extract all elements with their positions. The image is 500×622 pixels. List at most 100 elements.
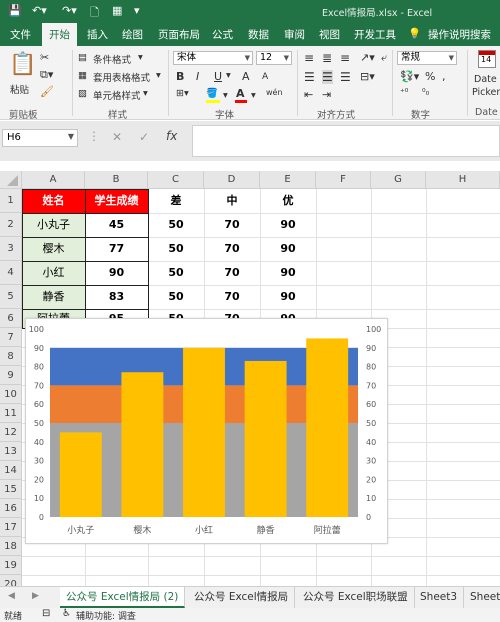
cell-styles-button[interactable]: 单元格样式 [93,88,141,102]
sheet-tab[interactable]: 公众号 Excel职场联盟 [297,587,415,608]
align-bottom-icon[interactable]: ≡ [340,51,350,65]
date-picker-label-1[interactable]: Date [474,74,497,85]
medium-cell[interactable]: 70 [204,261,260,285]
conditional-format-button[interactable]: 条件格式 [93,52,131,66]
row-header[interactable]: 15 [0,480,22,499]
name-box[interactable]: H6 ▼ [2,129,78,147]
column-header-g[interactable]: G [371,171,426,189]
customize-toolbar-icon[interactable]: ▾ [134,4,140,17]
column-header-c[interactable]: C [148,171,204,189]
row-header[interactable]: 5 [0,285,22,309]
fill-color-icon[interactable]: 🪣 [206,88,218,99]
row-header[interactable]: 16 [0,499,22,518]
accessibility-status[interactable]: 辅助功能: 调查 [76,609,136,622]
row-header[interactable]: 20 [0,575,22,586]
column-header-a[interactable]: A [22,171,85,189]
align-left-icon[interactable]: ☰ [304,70,315,84]
underline-button[interactable]: U [214,70,222,83]
chevron-down-icon[interactable]: ▾ [143,88,148,99]
macro-record-icon[interactable]: ⊟ [42,608,50,619]
format-icon[interactable]: ▦ [112,4,122,17]
increase-decimal-icon[interactable]: ⁺⁰ [400,88,408,98]
column-header-e[interactable]: E [260,171,316,189]
orientation-icon[interactable]: ↗▾ [360,51,375,64]
good-cell[interactable]: 90 [260,261,316,285]
font-name-select[interactable]: 宋体 ▼ [173,51,253,65]
tab-view[interactable]: 视图 [319,27,340,42]
tab-data[interactable]: 数据 [248,27,269,42]
column-header-b[interactable]: B [85,171,148,189]
row-header[interactable]: 11 [0,404,22,423]
calendar-icon[interactable]: 14 [478,50,496,68]
italic-button[interactable]: I [196,70,199,83]
bold-button[interactable]: B [176,70,184,83]
header-cell-medium[interactable]: 中 [204,189,260,213]
row-header[interactable]: 13 [0,442,22,461]
tab-insert[interactable]: 插入 [87,27,108,42]
copy-icon[interactable]: ⧉▾ [40,68,53,82]
header-cell-poor[interactable]: 差 [148,189,204,213]
tab-developer[interactable]: 开发工具 [354,27,396,42]
column-header-h[interactable]: H [426,171,500,189]
save-icon[interactable]: 💾 [8,4,22,17]
font-size-select[interactable]: 12 ▼ [256,51,292,65]
paste-button[interactable]: 粘贴 [10,82,29,96]
good-cell[interactable]: 90 [260,213,316,237]
sheet-tab[interactable]: Sheet [464,587,500,608]
row-header[interactable]: 2 [0,213,22,237]
row-header[interactable]: 1 [0,189,22,213]
tab-formulas[interactable]: 公式 [212,27,233,42]
medium-cell[interactable]: 70 [204,237,260,261]
row-header[interactable]: 17 [0,518,22,537]
borders-icon[interactable]: ⊞▾ [176,88,189,99]
tab-review[interactable]: 审阅 [284,27,305,42]
align-middle-icon[interactable]: ≣ [322,51,332,65]
tab-page-layout[interactable]: 页面布局 [158,27,200,42]
chevron-down-icon[interactable]: ▾ [226,70,231,81]
row-header[interactable]: 9 [0,366,22,385]
poor-cell[interactable]: 50 [148,261,204,285]
medium-cell[interactable]: 70 [204,213,260,237]
wrap-text-icon[interactable]: ⤶ [381,51,387,65]
row-header[interactable]: 3 [0,237,22,261]
decrease-decimal-icon[interactable]: ⁰₀ [422,88,429,98]
align-right-icon[interactable]: ☰ [340,70,351,84]
tell-me-search[interactable]: 操作说明搜索 [428,27,491,42]
column-header-d[interactable]: D [204,171,260,189]
medium-cell[interactable]: 70 [204,285,260,309]
cut-icon[interactable]: ✂ [40,51,49,64]
good-cell[interactable]: 90 [260,237,316,261]
chevron-down-icon[interactable]: ▾ [251,90,256,101]
redo-icon[interactable]: ↷▾ [62,4,77,17]
sheet-tab[interactable]: Sheet3 [414,587,465,608]
align-top-icon[interactable]: ≡ [304,51,314,65]
row-header[interactable]: 18 [0,537,22,556]
chevron-down-icon[interactable]: ▾ [156,70,161,81]
row-header[interactable]: 19 [0,556,22,575]
merge-center-icon[interactable]: ⊟▾ [360,70,375,83]
row-header[interactable]: 8 [0,347,22,366]
tab-file[interactable]: 文件 [10,27,31,42]
poor-cell[interactable]: 50 [148,237,204,261]
good-cell[interactable]: 90 [260,285,316,309]
tab-home[interactable]: 开始 [42,23,77,46]
scroll-left-icon[interactable]: ◀ [8,591,15,601]
increase-font-size-button[interactable]: A [242,70,250,83]
accounting-format-icon[interactable]: 💱▾ [400,70,419,83]
poor-cell[interactable]: 50 [148,285,204,309]
confirm-icon[interactable]: ✓ [139,130,149,144]
row-header[interactable]: 4 [0,261,22,285]
decrease-indent-icon[interactable]: ⇤ [304,88,313,101]
number-format-select[interactable]: 常规 ▼ [397,51,457,65]
comma-style-icon[interactable]: , [442,70,446,83]
align-center-icon[interactable]: ☰ [322,70,333,84]
percent-button[interactable]: % [425,70,435,83]
row-header[interactable]: 14 [0,461,22,480]
increase-indent-icon[interactable]: ⇥ [322,88,331,101]
format-as-table-button[interactable]: 套用表格格式 [93,70,150,84]
row-header[interactable]: 12 [0,423,22,442]
font-color-button[interactable]: A [236,87,245,100]
chevron-down-icon[interactable]: ▾ [223,90,228,101]
print-preview-icon[interactable]: 🗋 [90,4,99,23]
chevron-down-icon[interactable]: ▾ [138,52,143,63]
